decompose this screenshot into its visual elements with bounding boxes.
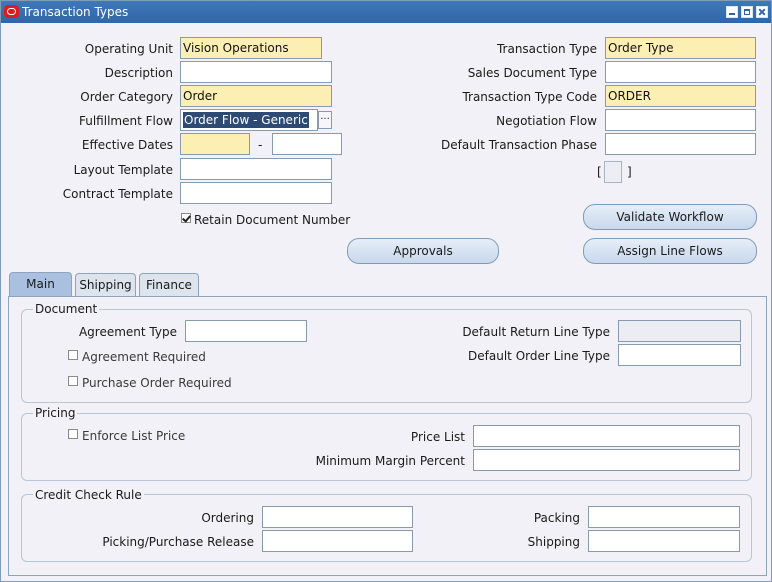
tab-finance[interactable]: Finance — [139, 273, 199, 296]
layout-template-field[interactable] — [180, 158, 332, 180]
effective-date-to-field[interactable] — [272, 133, 342, 155]
agreement-required-label: Agreement Required — [82, 350, 206, 364]
layout-template-label: Layout Template — [73, 163, 173, 177]
fulfillment-flow-label: Fulfillment Flow — [78, 114, 173, 128]
flexfield-close-bracket: ] — [627, 165, 632, 179]
fulfillment-flow-value: Order Flow - Generic — [183, 112, 309, 128]
packing-field[interactable] — [588, 506, 740, 528]
fulfillment-flow-lov-button[interactable]: ... — [318, 111, 332, 129]
validate-workflow-button[interactable]: Validate Workflow — [583, 204, 757, 230]
picking-purchase-release-field[interactable] — [262, 530, 413, 552]
sales-document-type-field[interactable] — [605, 61, 756, 83]
price-list-label: Price List — [410, 430, 465, 444]
default-return-line-type-field[interactable] — [618, 320, 741, 342]
retain-document-number-checkbox[interactable] — [181, 213, 191, 223]
flexfield-open-bracket: [ — [597, 165, 602, 179]
packing-label: Packing — [533, 511, 580, 525]
purchase-order-required-label: Purchase Order Required — [82, 376, 232, 390]
retain-document-number-label: Retain Document Number — [194, 213, 351, 227]
enforce-list-price-label: Enforce List Price — [82, 429, 186, 443]
close-icon[interactable] — [756, 6, 768, 18]
credit-check-rule-group-title: Credit Check Rule — [33, 488, 144, 502]
fulfillment-flow-field[interactable]: Order Flow - Generic — [180, 109, 318, 131]
description-field[interactable] — [180, 61, 332, 83]
purchase-order-required-checkbox[interactable] — [68, 376, 78, 386]
default-transaction-phase-label: Default Transaction Phase — [441, 138, 597, 152]
sales-document-type-label: Sales Document Type — [467, 66, 597, 80]
agreement-type-field[interactable] — [185, 320, 307, 342]
shipping-field[interactable] — [588, 530, 740, 552]
window-title: Transaction Types — [22, 5, 129, 19]
ordering-label: Ordering — [201, 511, 254, 525]
maximize-icon[interactable] — [741, 6, 753, 18]
transaction-type-field[interactable]: Order Type — [605, 37, 756, 59]
negotiation-flow-label: Negotiation Flow — [496, 114, 597, 128]
minimum-margin-percent-field[interactable] — [473, 449, 740, 471]
picking-purchase-release-label: Picking/Purchase Release — [102, 535, 254, 549]
date-range-separator: - — [258, 138, 263, 152]
minimize-icon[interactable] — [726, 6, 738, 18]
assign-line-flows-button[interactable]: Assign Line Flows — [583, 238, 757, 264]
operating-unit-field[interactable]: Vision Operations — [180, 37, 322, 59]
effective-date-from-field[interactable] — [180, 133, 250, 155]
agreement-type-label: Agreement Type — [78, 325, 177, 339]
approvals-button[interactable]: Approvals — [347, 238, 499, 264]
default-return-line-type-label: Default Return Line Type — [462, 325, 610, 339]
transaction-type-code-field[interactable]: ORDER — [605, 85, 756, 107]
title-bar[interactable]: Transaction Types — [1, 1, 771, 23]
agreement-required-checkbox[interactable] — [68, 350, 78, 360]
minimum-margin-percent-label: Minimum Margin Percent — [315, 454, 465, 468]
price-list-field[interactable] — [473, 425, 740, 447]
operating-unit-label: Operating Unit — [84, 42, 173, 56]
tab-main[interactable]: Main — [9, 272, 72, 296]
pricing-group-title: Pricing — [33, 406, 78, 420]
default-transaction-phase-field[interactable] — [605, 133, 756, 155]
transaction-type-label: Transaction Type — [496, 42, 597, 56]
transaction-type-code-label: Transaction Type Code — [462, 90, 597, 104]
contract-template-field[interactable] — [180, 182, 332, 204]
document-group-title: Document — [33, 302, 100, 316]
description-label: Description — [104, 66, 173, 80]
transaction-types-window: Transaction Types Operating Unit Vision … — [0, 0, 772, 582]
tab-shipping[interactable]: Shipping — [75, 273, 136, 296]
order-category-field[interactable]: Order — [180, 85, 332, 107]
contract-template-label: Contract Template — [62, 187, 173, 201]
effective-dates-label: Effective Dates — [81, 138, 173, 152]
ordering-field[interactable] — [262, 506, 413, 528]
descriptive-flexfield[interactable] — [604, 161, 622, 183]
negotiation-flow-field[interactable] — [605, 109, 756, 131]
enforce-list-price-checkbox[interactable] — [68, 429, 78, 439]
shipping-label: Shipping — [527, 535, 580, 549]
oracle-app-icon — [4, 5, 19, 18]
default-order-line-type-label: Default Order Line Type — [468, 349, 610, 363]
order-category-label: Order Category — [80, 90, 173, 104]
default-order-line-type-field[interactable] — [618, 344, 741, 366]
